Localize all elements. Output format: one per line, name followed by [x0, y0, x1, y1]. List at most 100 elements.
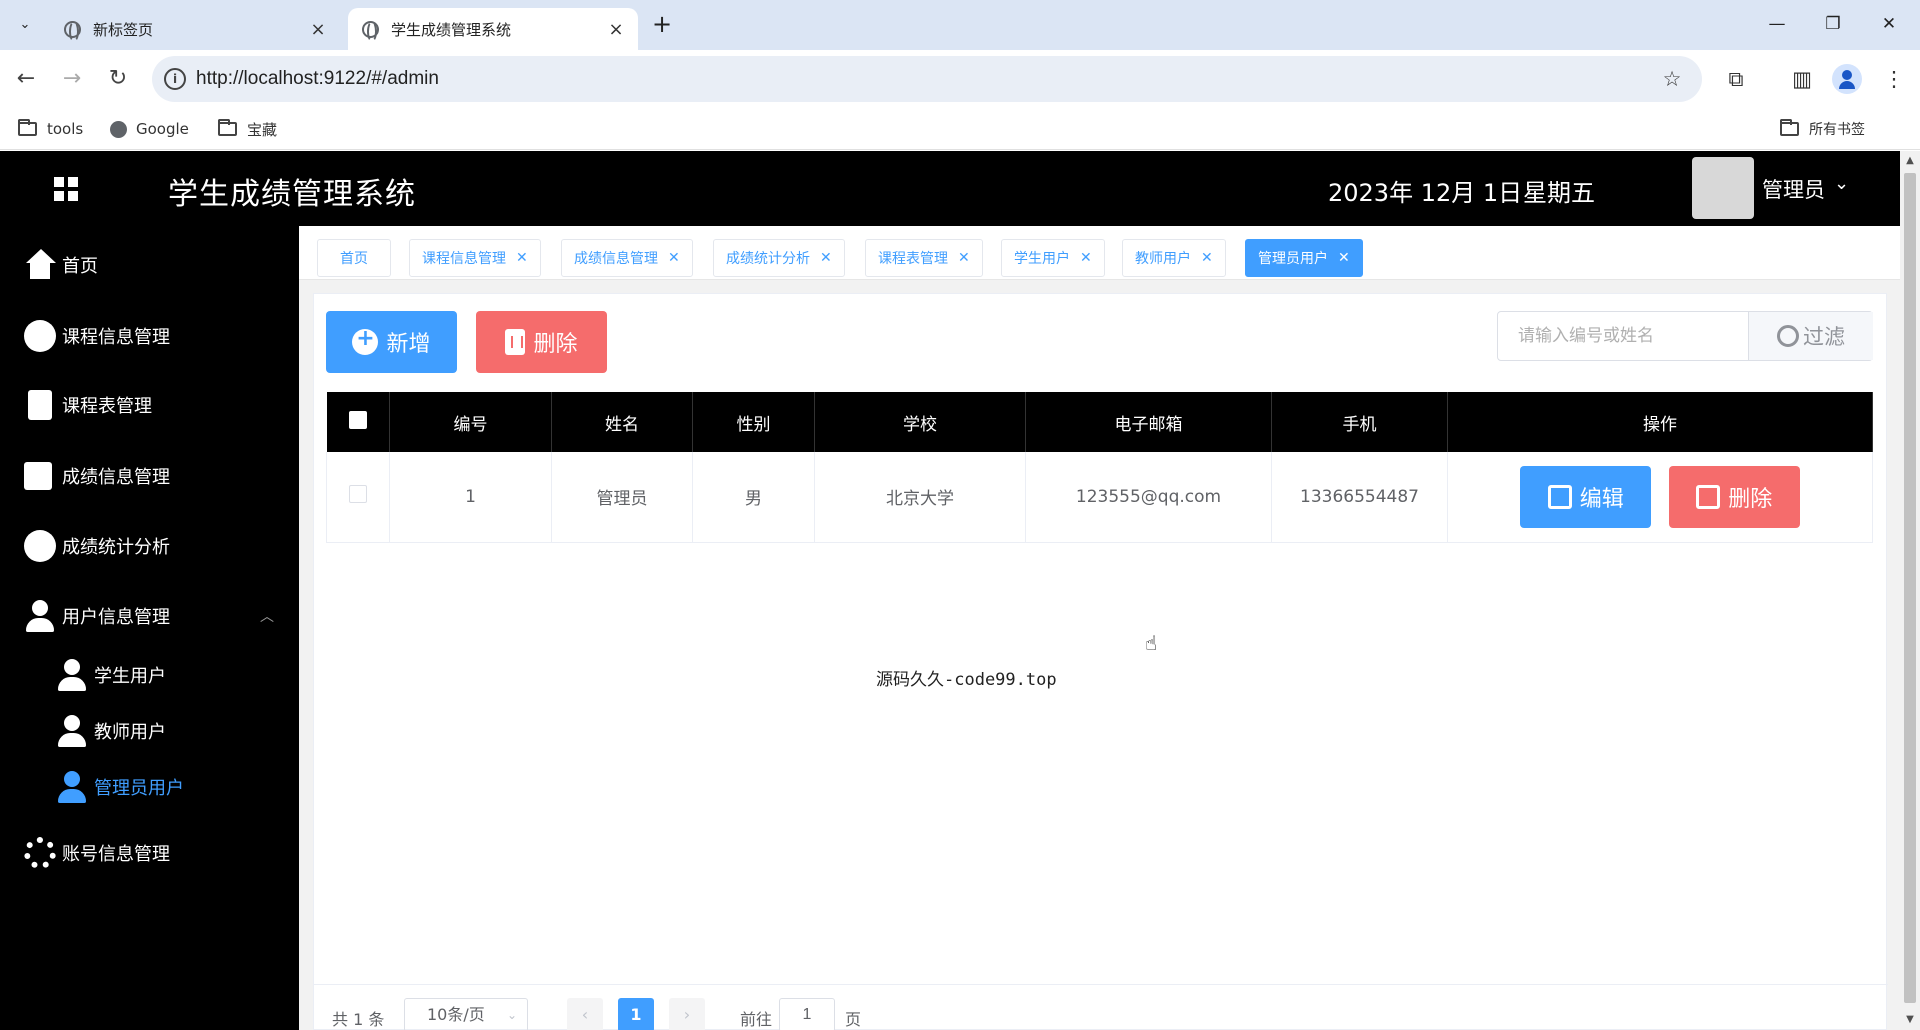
- site-info-icon[interactable]: i: [164, 68, 186, 90]
- extensions-icon[interactable]: ⧉: [1720, 63, 1752, 95]
- bookmark-label: 宝藏: [247, 120, 278, 139]
- column-header: 操作: [1447, 392, 1873, 452]
- select-all-checkbox[interactable]: [348, 410, 367, 429]
- all-bookmarks-label: 所有书签: [1809, 122, 1865, 138]
- tag-schedule[interactable]: 课程表管理 ✕: [865, 239, 983, 277]
- close-icon[interactable]: ✕: [516, 250, 528, 266]
- sidebar-item-accounts[interactable]: 账号信息管理: [0, 828, 299, 878]
- tag-home[interactable]: 首页: [317, 239, 391, 277]
- sidebar-item-teachers[interactable]: 教师用户: [0, 706, 299, 756]
- bookmark-label: Google: [136, 120, 189, 138]
- document-icon: [28, 390, 52, 420]
- edit-button[interactable]: 编辑: [1520, 465, 1652, 528]
- sidebar-item-admins[interactable]: 管理员用户: [0, 762, 299, 812]
- chevron-down-icon[interactable]: ⌄: [1834, 173, 1849, 194]
- cell-name: 管理员: [551, 452, 693, 543]
- add-button[interactable]: 新增: [326, 311, 457, 373]
- globe-icon: [110, 120, 127, 138]
- batch-delete-button[interactable]: 删除: [476, 311, 607, 373]
- close-icon[interactable]: ×: [606, 19, 626, 40]
- sidebar-item-label: 首页: [62, 256, 98, 277]
- close-icon[interactable]: ✕: [1201, 250, 1213, 266]
- browser-toolbar: ← → ↻ i http://localhost:9122/#/admin ☆ …: [0, 50, 1920, 108]
- close-icon[interactable]: ✕: [1080, 250, 1092, 266]
- prev-page-button[interactable]: ‹: [567, 998, 603, 1030]
- sidebar-item-stats[interactable]: 成绩统计分析: [0, 521, 299, 571]
- admin-list-card: 新增 删除 过滤 编号 姓名 性别: [313, 293, 1888, 1030]
- tag-students[interactable]: 学生用户 ✕: [1001, 239, 1105, 277]
- column-header[interactable]: 姓名: [551, 392, 693, 452]
- close-icon[interactable]: ✕: [668, 250, 680, 266]
- page-size-select[interactable]: 10条/页 ⌄: [404, 998, 528, 1030]
- goto-page-input[interactable]: [779, 998, 835, 1030]
- app-title: 学生成绩管理系统: [168, 177, 416, 212]
- scroll-thumb[interactable]: [1904, 173, 1916, 1003]
- app-header: 学生成绩管理系统 2023年 12月 1日 星期五 管理员 ⌄: [0, 151, 1900, 226]
- filter-button[interactable]: 过滤: [1748, 312, 1873, 360]
- close-icon[interactable]: ×: [308, 19, 328, 40]
- back-arrow-icon[interactable]: ←: [8, 61, 44, 97]
- tab-search-icon[interactable]: ⌄: [10, 10, 40, 40]
- row-checkbox[interactable]: [349, 485, 367, 504]
- user-icon: [56, 715, 88, 747]
- sidebar-item-scores[interactable]: 成绩信息管理: [0, 451, 299, 501]
- user-name[interactable]: 管理员: [1762, 174, 1825, 204]
- column-header[interactable]: 性别: [692, 392, 815, 452]
- next-page-button[interactable]: ›: [669, 998, 705, 1030]
- bookmark-star-icon[interactable]: ☆: [1656, 63, 1688, 95]
- profile-avatar-icon[interactable]: [1832, 64, 1862, 94]
- sidebar-item-students[interactable]: 学生用户: [0, 650, 299, 700]
- new-tab-plus-icon[interactable]: +: [647, 10, 677, 40]
- window-close-icon[interactable]: ✕: [1866, 8, 1912, 40]
- tag-label: 首页: [340, 251, 368, 267]
- cell-phone: 13366554487: [1271, 452, 1448, 543]
- row-delete-button[interactable]: 删除: [1668, 465, 1800, 528]
- search-input[interactable]: [1498, 312, 1748, 360]
- column-header[interactable]: 学校: [814, 392, 1026, 452]
- more-menu-icon[interactable]: ⋮: [1878, 63, 1910, 95]
- tag-admins[interactable]: 管理员用户 ✕: [1245, 239, 1363, 277]
- menu-grid-icon[interactable]: [54, 177, 78, 201]
- minimize-icon[interactable]: —: [1754, 8, 1800, 40]
- side-panel-icon[interactable]: ▥: [1786, 63, 1818, 95]
- bookmark-google[interactable]: Google: [110, 116, 189, 142]
- row-select-cell: [326, 452, 390, 543]
- admin-table: 编号 姓名 性别 学校 电子邮箱 手机 操作 1 管理员 男 北京大学 1235…: [326, 392, 1873, 543]
- page-scrollbar[interactable]: ▲ ▼: [1900, 151, 1920, 1030]
- restore-icon[interactable]: ❐: [1810, 8, 1856, 40]
- browser-tab-newtab[interactable]: 新标签页 ×: [50, 8, 340, 50]
- scroll-up-arrow-icon[interactable]: ▲: [1900, 151, 1920, 171]
- gear-icon: [24, 837, 56, 869]
- tag-courses[interactable]: 课程信息管理 ✕: [409, 239, 541, 277]
- browser-tab-active[interactable]: 学生成绩管理系统 ×: [348, 8, 638, 50]
- address-bar[interactable]: i http://localhost:9122/#/admin: [152, 56, 1702, 102]
- sidebar-item-schedule[interactable]: 课程表管理: [0, 380, 299, 430]
- sidebar-item-users[interactable]: 用户信息管理 ︿: [0, 591, 299, 641]
- url-text[interactable]: http://localhost:9122/#/admin: [196, 68, 439, 90]
- all-bookmarks[interactable]: 所有书签: [1780, 116, 1865, 142]
- user-icon: [56, 771, 88, 803]
- tags-view: 首页 课程信息管理 ✕ 成绩信息管理 ✕ 成绩统计分析 ✕ 课程表管理 ✕ 学生用户 ✕ …: [299, 226, 1900, 280]
- sidebar-item-courses[interactable]: 课程信息管理: [0, 311, 299, 361]
- page-number-current[interactable]: 1: [618, 998, 654, 1030]
- forward-arrow-icon[interactable]: →: [54, 61, 90, 97]
- tag-stats[interactable]: 成绩统计分析 ✕: [713, 239, 845, 277]
- tag-teachers[interactable]: 教师用户 ✕: [1122, 239, 1226, 277]
- current-date: 2023年 12月 1日: [1328, 179, 1523, 207]
- column-header[interactable]: 手机: [1271, 392, 1448, 452]
- avatar[interactable]: [1692, 157, 1754, 219]
- close-icon[interactable]: ✕: [958, 250, 970, 266]
- column-header[interactable]: 电子邮箱: [1025, 392, 1272, 452]
- column-header[interactable]: 编号: [389, 392, 552, 452]
- delete-button-label: 删除: [533, 332, 578, 357]
- chevron-up-icon[interactable]: ︿: [260, 606, 274, 626]
- close-icon[interactable]: ✕: [1338, 250, 1350, 266]
- bookmark-tools[interactable]: tools: [18, 116, 83, 142]
- bookmark-treasure[interactable]: 宝藏: [218, 116, 277, 142]
- close-icon[interactable]: ✕: [820, 250, 832, 266]
- reload-icon[interactable]: ↻: [100, 61, 136, 97]
- sidebar-item-home[interactable]: 首页: [0, 240, 299, 290]
- trash-icon: [505, 329, 526, 355]
- tag-scores[interactable]: 成绩信息管理 ✕: [561, 239, 693, 277]
- scroll-down-arrow-icon[interactable]: ▼: [1900, 1010, 1920, 1030]
